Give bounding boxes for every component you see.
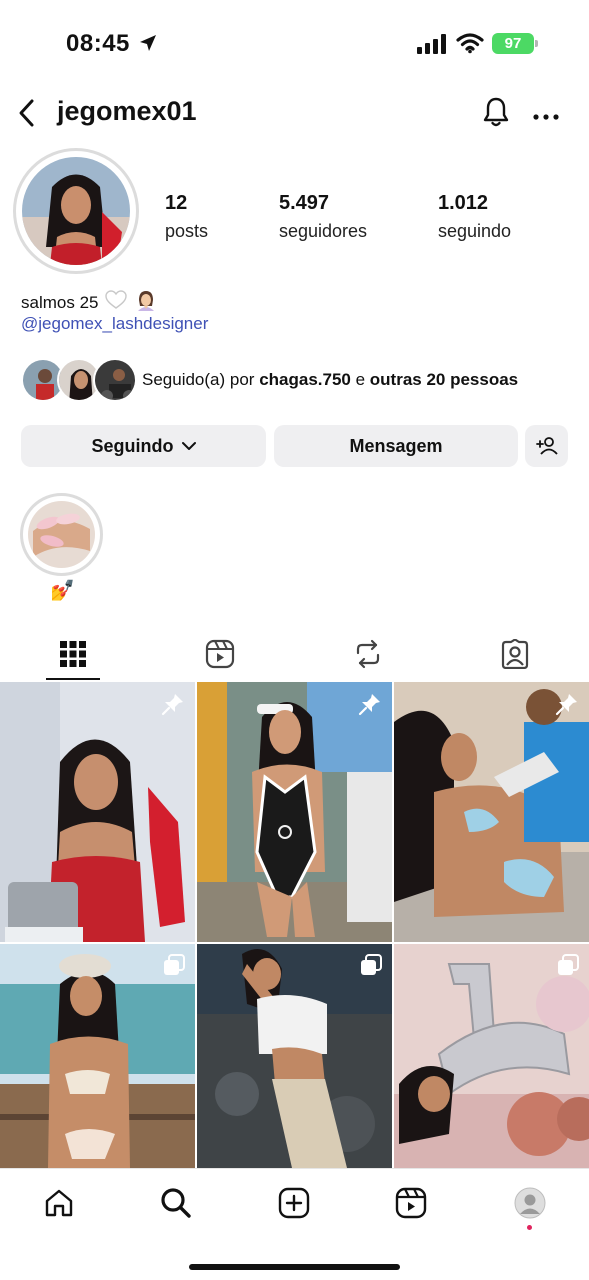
notification-dot — [527, 1225, 532, 1230]
profile-username: jegomex01 — [57, 96, 197, 126]
pinned-icon — [161, 692, 185, 721]
bio-text: salmos 25 — [21, 292, 99, 312]
mutual-avatar-3 — [93, 358, 137, 402]
white-heart-icon — [105, 290, 127, 315]
highlight-cover — [28, 501, 95, 568]
repost-icon — [354, 639, 382, 669]
active-tab-indicator — [46, 678, 100, 680]
message-button[interactable]: Mensagem — [274, 425, 518, 467]
nav-home[interactable] — [41, 1185, 77, 1221]
profile-header: jegomex01 — [0, 90, 589, 136]
pinned-icon — [358, 692, 382, 721]
profile-bio: salmos 25 — [21, 288, 158, 317]
person-praying-emoji-icon — [134, 288, 158, 317]
following-button[interactable]: Seguindo — [21, 425, 266, 467]
followers-stat[interactable]: 5.497 seguidores — [279, 192, 367, 242]
story-highlight[interactable] — [20, 493, 103, 576]
followers-count: 5.497 — [279, 192, 330, 214]
followed-by-prefix: Seguido(a) por — [142, 370, 260, 389]
reels-icon — [205, 639, 235, 669]
nav-reels[interactable] — [393, 1185, 429, 1221]
status-bar: 08:45 97 — [0, 0, 589, 80]
tagged-icon — [500, 639, 530, 669]
home-icon — [43, 1187, 75, 1219]
followers-label: seguidores — [279, 221, 368, 241]
add-person-icon — [535, 436, 558, 456]
bio-mention-link[interactable]: @jegomex_lashdesigner — [21, 314, 208, 334]
highlight-label: 💅 — [50, 580, 75, 602]
post-thumbnail[interactable] — [0, 682, 195, 942]
reels-icon — [395, 1187, 427, 1219]
tab-reels[interactable] — [200, 634, 240, 674]
post-thumbnail[interactable] — [197, 944, 392, 1168]
tab-posts-grid[interactable] — [53, 634, 93, 674]
followed-by-text: Seguido(a) por chagas.750 e outras 20 pe… — [142, 370, 518, 390]
carousel-icon — [360, 954, 382, 981]
following-button-label: Seguindo — [91, 435, 174, 456]
following-stat[interactable]: 1.012 seguindo — [438, 192, 511, 242]
message-button-label: Mensagem — [349, 435, 443, 456]
post-thumbnail[interactable] — [0, 944, 195, 1168]
home-indicator — [189, 1264, 400, 1270]
status-time: 08:45 — [66, 30, 130, 57]
posts-label: posts — [165, 221, 209, 241]
avatar-photo — [22, 157, 130, 265]
profile-tabs — [0, 628, 589, 682]
nav-search[interactable] — [158, 1185, 194, 1221]
carousel-icon — [557, 954, 579, 981]
nav-profile[interactable] — [512, 1185, 548, 1221]
back-arrow-icon[interactable] — [16, 98, 38, 133]
posts-count: 12 — [165, 192, 188, 214]
carousel-icon — [163, 954, 185, 981]
create-icon — [278, 1187, 310, 1219]
followed-by-others: outras 20 pessoas — [369, 370, 519, 389]
posts-stat[interactable]: 12 posts — [165, 192, 208, 242]
more-options-icon[interactable] — [533, 108, 559, 126]
posts-grid — [0, 682, 589, 1168]
tab-reposts[interactable] — [348, 634, 388, 674]
chevron-down-icon — [181, 441, 196, 451]
bottom-navigation — [0, 1168, 589, 1280]
grid-icon — [60, 641, 86, 667]
search-icon — [160, 1187, 192, 1219]
bell-icon[interactable] — [481, 96, 511, 133]
wifi-icon — [456, 32, 484, 59]
following-label: seguindo — [438, 221, 512, 241]
post-thumbnail[interactable] — [394, 682, 589, 942]
location-arrow-icon — [137, 32, 159, 59]
post-thumbnail[interactable] — [394, 944, 589, 1168]
battery-indicator: 97 — [492, 33, 538, 54]
profile-icon — [514, 1187, 546, 1219]
suggest-people-button[interactable] — [525, 425, 568, 467]
followed-by-row[interactable]: Seguido(a) por chagas.750 e outras 20 pe… — [21, 358, 581, 402]
followed-by-user: chagas.750 — [259, 370, 351, 389]
pinned-icon — [555, 692, 579, 721]
followed-by-middle: e — [350, 370, 370, 389]
post-thumbnail[interactable] — [197, 682, 392, 942]
cellular-signal-icon — [417, 34, 447, 59]
nav-create[interactable] — [276, 1185, 312, 1221]
tab-tagged[interactable] — [495, 634, 535, 674]
profile-avatar[interactable] — [13, 148, 139, 274]
following-count: 1.012 — [438, 192, 489, 214]
